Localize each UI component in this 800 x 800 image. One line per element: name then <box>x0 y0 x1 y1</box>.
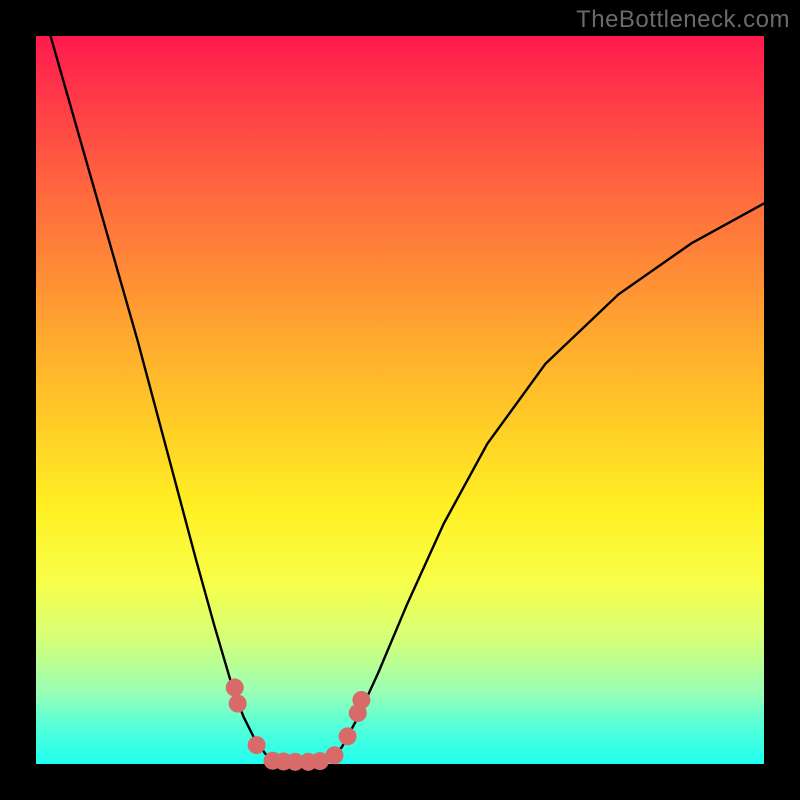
chart-frame: TheBottleneck.com <box>0 0 800 800</box>
data-marker <box>339 727 357 745</box>
watermark-text: TheBottleneck.com <box>576 6 790 34</box>
plot-area <box>36 36 764 764</box>
chart-svg <box>36 36 764 764</box>
data-marker <box>229 695 247 713</box>
bottleneck-curve <box>51 36 764 762</box>
data-marker <box>352 691 370 709</box>
data-marker <box>325 746 343 764</box>
data-marker <box>248 736 266 754</box>
curve-layer <box>51 36 764 762</box>
data-marker <box>226 679 244 697</box>
